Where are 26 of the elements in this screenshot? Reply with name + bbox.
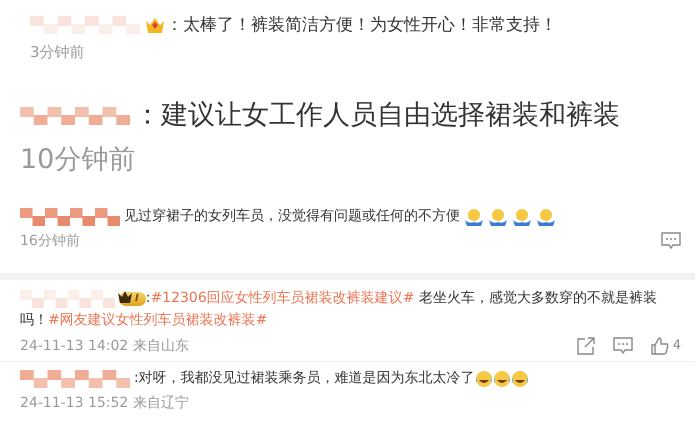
- shrug-emoji-icon: [536, 206, 556, 227]
- crying-laughing-emoji-icon: [474, 370, 493, 388]
- comment-time: 3分钟前: [30, 42, 86, 62]
- topic-link[interactable]: #网友建议女性列车员裙装改裤装#: [48, 312, 268, 328]
- thumbs-up-icon[interactable]: [650, 336, 669, 355]
- comment-time: 16分钟前: [20, 232, 81, 250]
- comment-time: 24-11-13 15:52 来自辽宁: [20, 394, 190, 412]
- level-badge: I: [119, 292, 146, 306]
- like-count: 4: [672, 338, 681, 354]
- crying-laughing-emoji-icon: [510, 370, 529, 388]
- topic-link[interactable]: #12306回应女性列车员裙装改裤装建议#: [150, 290, 414, 306]
- share-icon[interactable]: [576, 336, 595, 355]
- comment-icon[interactable]: [612, 336, 633, 355]
- comment-text: ：建议让女工作人员自由选择裙装和裤装: [134, 100, 620, 131]
- comment-text: :#12306回应女性列车员裙装改裤装建议# 老坐火车，感觉大多数穿的不就是裤装: [146, 290, 657, 306]
- comment-icon[interactable]: [661, 232, 681, 250]
- comment-text: :对呀，我都没见过裙装乘务员，难道是因为东北太冷了: [134, 370, 475, 386]
- crying-laughing-emoji-icon: [492, 370, 511, 388]
- comment-time: 10分钟前: [20, 142, 136, 177]
- comment-text: 见过穿裙子的女列车员，没觉得有问题或任何的不方便: [124, 208, 460, 224]
- shrug-emoji-icon: [464, 206, 484, 227]
- shrug-emoji-icon: [488, 206, 508, 227]
- comment-time: 24-11-13 14:02 来自山东: [20, 336, 190, 355]
- comment-text: 吗！#网友建议女性列车员裙装改裤装#: [20, 312, 268, 328]
- shrug-emoji-icon: [512, 206, 532, 227]
- comment-text: ：太棒了！裤装简洁方便！为女性开心！非常支持！: [166, 15, 557, 36]
